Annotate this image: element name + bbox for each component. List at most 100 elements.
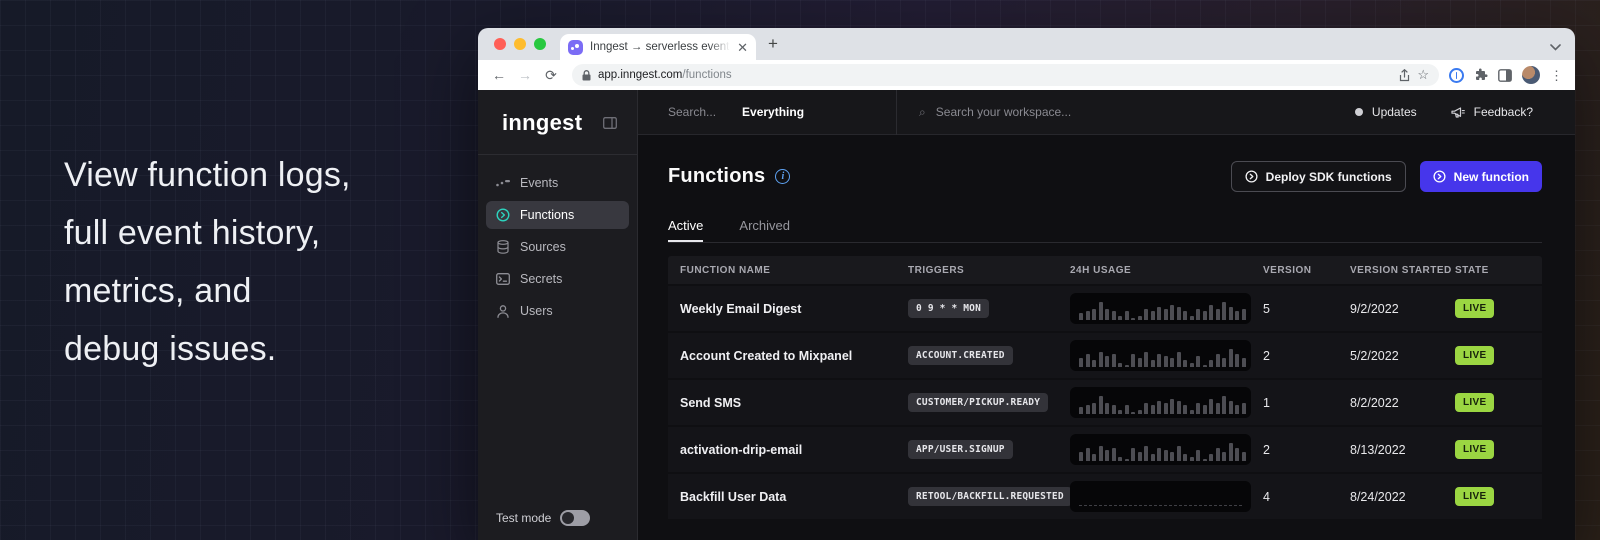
collapse-sidebar-icon[interactable] [603,117,617,129]
search-label[interactable]: Search... [668,105,716,119]
minimize-window-button[interactable] [514,38,526,50]
back-button[interactable]: ← [488,68,510,82]
sidebar-item-secrets[interactable]: Secrets [486,265,629,293]
sidebar-item-sources[interactable]: Sources [486,233,629,261]
state-badge: LIVE [1455,346,1494,365]
window-controls [494,38,546,50]
version-value: 2 [1263,349,1350,363]
topbar-divider [896,90,897,135]
new-function-button[interactable]: New function [1420,161,1542,192]
sidebar-item-label: Users [520,304,553,318]
feedback-button[interactable]: Feedback? [1451,105,1533,119]
extensions-puzzle-icon[interactable] [1474,68,1488,82]
deploy-sdk-functions-button[interactable]: Deploy SDK functions [1231,161,1406,192]
search-icon: ⌕ [919,105,926,120]
workspace-search-input[interactable]: Search your workspace... [936,105,1071,119]
sidebar-item-label: Functions [520,208,574,222]
version-started-date: 5/2/2022 [1350,349,1455,363]
functions-page: Functions i Deploy SDK functions [638,135,1575,540]
state-badge: LIVE [1455,299,1494,318]
updates-button[interactable]: Updates [1355,105,1417,119]
browser-extensions: ⋮ [1449,66,1565,84]
sources-icon [496,240,510,254]
sidebar-item-users[interactable]: Users [486,297,629,325]
hero-text: View function logs, full event history, … [64,146,351,378]
new-tab-button[interactable]: + [768,35,778,52]
tab-archived[interactable]: Archived [739,218,790,242]
version-started-date: 8/2/2022 [1350,396,1455,410]
inngest-favicon [568,40,583,55]
version-started-date: 8/13/2022 [1350,443,1455,457]
test-mode-control: Test mode [478,510,637,540]
deploy-button-label: Deploy SDK functions [1266,170,1392,184]
column-header: 24H USAGE [1070,265,1263,276]
info-icon[interactable]: i [775,169,790,184]
lock-icon[interactable] [582,70,591,81]
usage-sparkline [1070,293,1251,324]
table-row[interactable]: Weekly Email Digest 0 9 * * MON 5 9/2/20… [668,286,1542,331]
table-row[interactable]: activation-drip-email APP/USER.SIGNUP 2 … [668,427,1542,472]
browser-menu-icon[interactable]: ⋮ [1550,69,1563,82]
profile-avatar[interactable] [1522,66,1540,84]
page-title: Functions [668,165,765,188]
function-name: Weekly Email Digest [680,302,908,316]
version-started-date: 9/2/2022 [1350,302,1455,316]
deploy-circle-icon [1245,170,1258,183]
browser-tab[interactable]: Inngest → serverless event-dri ✕ [560,34,756,60]
tab-active[interactable]: Active [668,218,703,242]
sidebar-nav: Events Functions Sources [478,155,637,339]
table-row[interactable]: Backfill User Data RETOOL/BACKFILL.REQUE… [668,474,1542,519]
version-value: 5 [1263,302,1350,316]
maximize-window-button[interactable] [534,38,546,50]
hero-line: View function logs, [64,146,351,204]
address-bar[interactable]: app.inngest.com/functions ☆ [572,64,1439,86]
close-window-button[interactable] [494,38,506,50]
sidebar-item-events[interactable]: Events [486,169,629,197]
table-body: Weekly Email Digest 0 9 * * MON 5 9/2/20… [668,286,1542,519]
share-icon[interactable] [1399,69,1410,82]
trigger-badge: CUSTOMER/PICKUP.READY [908,393,1048,412]
sidebar: inngest Events [478,90,638,540]
trigger-badge: APP/USER.SIGNUP [908,440,1013,459]
inngest-app: inngest Events [478,90,1575,540]
function-tabs: Active Archived [668,218,1542,242]
main-panel: Search... Everything ⌕ Search your works… [638,90,1575,540]
functions-icon [496,208,510,222]
reload-button[interactable]: ⟳ [540,68,562,82]
events-icon [496,179,510,187]
version-value: 4 [1263,490,1350,504]
trigger-badge: RETOOL/BACKFILL.REQUESTED [908,487,1072,506]
onepassword-extension-icon[interactable] [1449,68,1464,83]
column-header: STATE [1455,265,1542,276]
function-name: activation-drip-email [680,443,908,457]
forward-button[interactable]: → [514,68,536,82]
new-function-button-label: New function [1454,170,1529,184]
state-badge: LIVE [1455,393,1494,412]
marketing-banner: View function logs, full event history, … [0,0,1600,540]
functions-table: FUNCTION NAME TRIGGERS 24H USAGE VERSION… [668,256,1542,519]
hero-line: full event history, [64,204,351,262]
bookmark-star-icon[interactable]: ☆ [1417,67,1429,83]
side-panel-icon[interactable] [1498,69,1512,82]
table-row[interactable]: Account Created to Mixpanel ACCOUNT.CREA… [668,333,1542,378]
version-started-date: 8/24/2022 [1350,490,1455,504]
users-icon [496,305,510,318]
tabs-divider [668,242,1542,243]
sidebar-item-label: Events [520,176,558,190]
hero-line: metrics, and [64,262,351,320]
version-value: 2 [1263,443,1350,457]
tab-search-chevron-icon[interactable] [1550,44,1561,51]
test-mode-toggle[interactable] [560,510,590,526]
inngest-logo: inngest [502,110,582,136]
function-name: Send SMS [680,396,908,410]
table-header: FUNCTION NAME TRIGGERS 24H USAGE VERSION… [668,256,1542,284]
sidebar-item-functions[interactable]: Functions [486,201,629,229]
url-text: app.inngest.com/functions [598,69,1392,81]
function-name: Account Created to Mixpanel [680,349,908,363]
feedback-label: Feedback? [1474,105,1533,119]
tab-close-icon[interactable]: ✕ [737,41,748,54]
table-row[interactable]: Send SMS CUSTOMER/PICKUP.READY 1 8/2/202… [668,380,1542,425]
search-scope-everything[interactable]: Everything [742,105,804,119]
test-mode-label: Test mode [496,511,551,525]
column-header: VERSION [1263,265,1350,276]
